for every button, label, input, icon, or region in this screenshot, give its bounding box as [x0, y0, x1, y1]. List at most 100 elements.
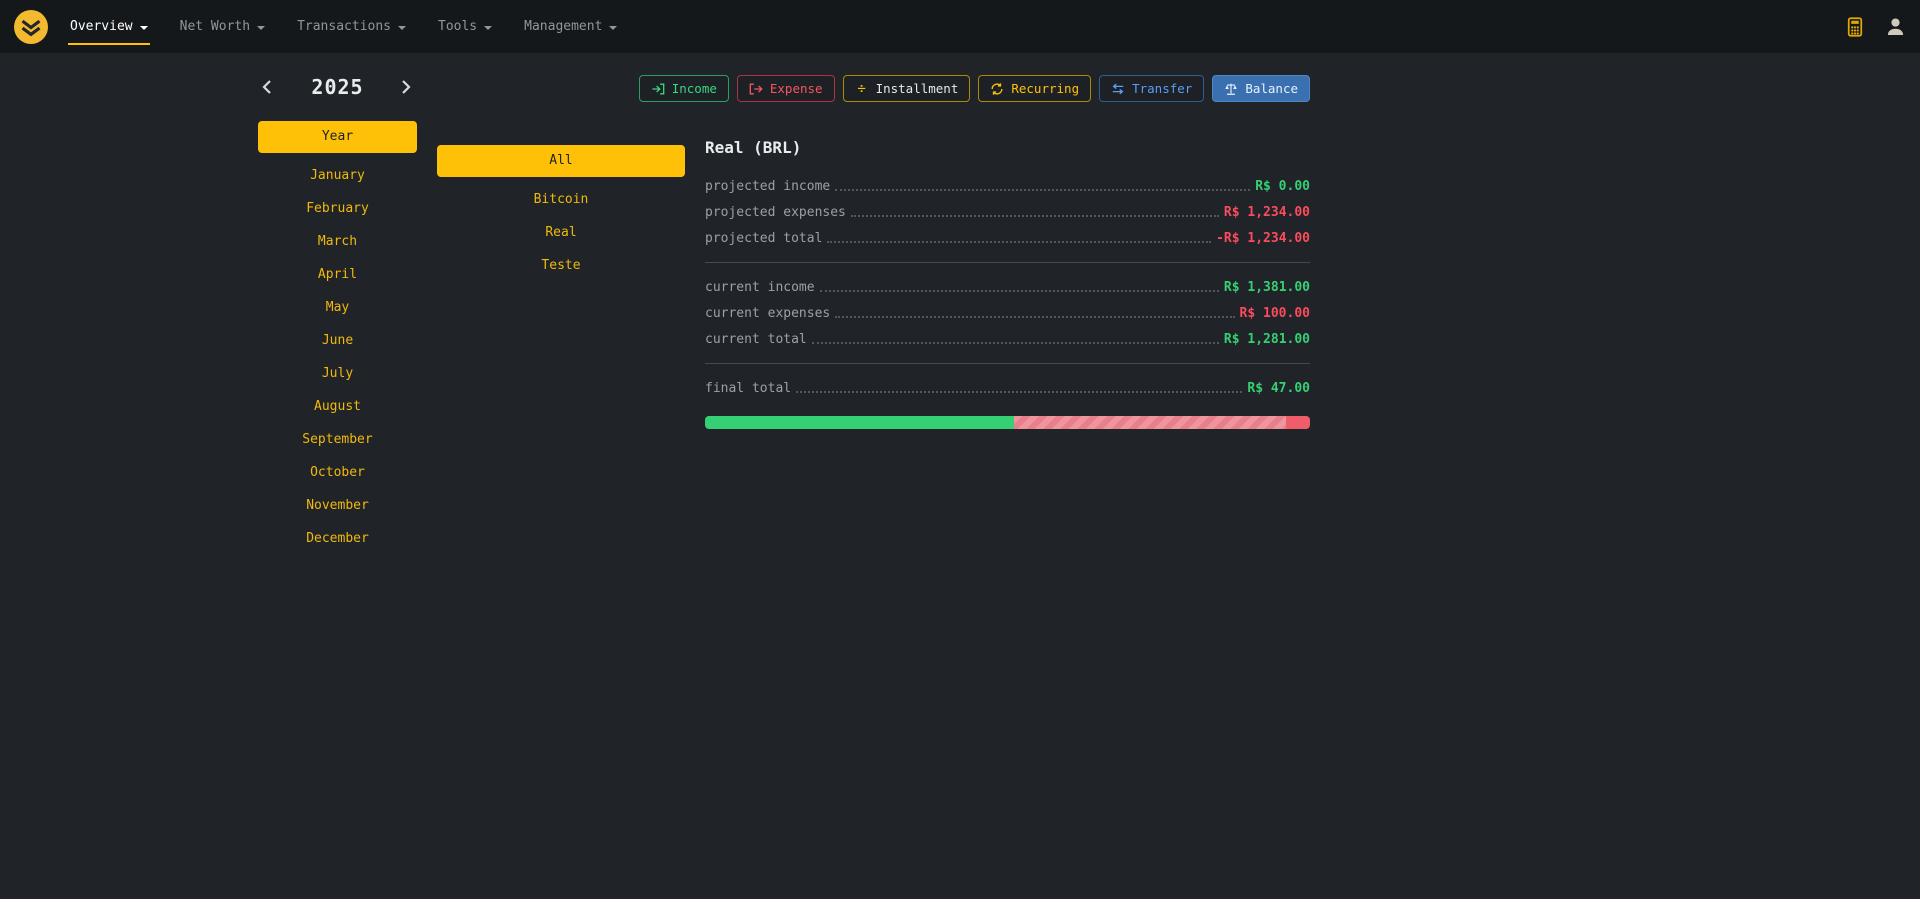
month-item-november[interactable]: November: [258, 489, 417, 522]
month-item-march[interactable]: March: [258, 225, 417, 258]
all-accounts-button[interactable]: All: [437, 145, 685, 177]
chevron-down-icon: [140, 26, 148, 30]
month-item-october[interactable]: October: [258, 456, 417, 489]
progress-red: [1286, 416, 1310, 429]
dotted-leader: [835, 189, 1250, 191]
summary-row-current-income: current income R$ 1,381.00: [705, 274, 1310, 300]
account-item-bitcoin[interactable]: Bitcoin: [437, 183, 685, 216]
year-label: 2025: [311, 75, 363, 99]
month-item-september[interactable]: September: [258, 423, 417, 456]
account-item-teste[interactable]: Teste: [437, 249, 685, 282]
user-profile-icon[interactable]: [1884, 16, 1906, 38]
expense-button-label: Expense: [770, 81, 823, 96]
chevron-right-icon[interactable]: [397, 78, 415, 96]
main-content: 2025 Year January February March April M…: [0, 53, 1920, 555]
nav-label: Net Worth: [180, 19, 250, 34]
section-divider: [705, 363, 1310, 364]
summary-row-final-total: final total R$ 47.00: [705, 375, 1310, 401]
progress-striped: [1014, 416, 1286, 429]
balance-button[interactable]: Balance: [1212, 75, 1310, 102]
recurring-button[interactable]: Recurring: [978, 75, 1091, 102]
navbar: Overview Net Worth Transactions Tools Ma…: [0, 0, 1920, 53]
chevron-left-icon[interactable]: [260, 78, 278, 96]
dotted-leader: [812, 342, 1219, 344]
row-value: R$ 1,234.00: [1224, 205, 1310, 220]
transfer-arrows-icon: [1111, 82, 1125, 96]
expense-button[interactable]: Expense: [737, 75, 835, 102]
action-buttons: Income Expense ÷ Installment Recurring: [705, 75, 1310, 102]
app-logo-icon[interactable]: [14, 10, 48, 44]
year-navigator: 2025: [258, 75, 417, 99]
income-button[interactable]: Income: [639, 75, 729, 102]
row-value: R$ 1,281.00: [1224, 332, 1310, 347]
selector-area: 2025 Year January February March April M…: [258, 75, 685, 555]
row-value: R$ 47.00: [1247, 381, 1310, 396]
chevron-down-icon: [484, 26, 492, 30]
month-item-june[interactable]: June: [258, 324, 417, 357]
recurring-button-label: Recurring: [1011, 81, 1079, 96]
nav-item-tools[interactable]: Tools: [436, 0, 494, 53]
row-value: R$ 0.00: [1255, 179, 1310, 194]
row-label: projected income: [705, 179, 830, 194]
month-item-december[interactable]: December: [258, 522, 417, 555]
divide-icon: ÷: [855, 82, 869, 96]
nav-label: Management: [524, 19, 602, 34]
chevron-down-icon: [257, 26, 265, 30]
row-label: current expenses: [705, 306, 830, 321]
summary-row-current-total: current total R$ 1,281.00: [705, 326, 1310, 352]
section-divider: [705, 262, 1310, 263]
nav-label: Transactions: [297, 19, 391, 34]
nav-item-management[interactable]: Management: [522, 0, 619, 53]
accounts-column: All Bitcoin Real Teste: [437, 75, 685, 555]
expense-arrow-icon: [749, 82, 763, 96]
summary-panel: Income Expense ÷ Installment Recurring: [705, 75, 1310, 555]
summary-row-projected-expenses: projected expenses R$ 1,234.00: [705, 199, 1310, 225]
nav-item-overview[interactable]: Overview: [68, 0, 150, 53]
chevron-down-icon: [398, 26, 406, 30]
row-label: final total: [705, 381, 791, 396]
row-value: R$ 100.00: [1240, 306, 1310, 321]
nav-menu: Overview Net Worth Transactions Tools Ma…: [68, 0, 619, 53]
period-column: 2025 Year January February March April M…: [258, 75, 417, 555]
month-item-january[interactable]: January: [258, 159, 417, 192]
month-item-may[interactable]: May: [258, 291, 417, 324]
nav-item-transactions[interactable]: Transactions: [295, 0, 408, 53]
scales-icon: [1224, 82, 1238, 96]
dotted-leader: [796, 391, 1242, 393]
income-arrow-icon: [651, 82, 665, 96]
account-item-real[interactable]: Real: [437, 216, 685, 249]
row-label: projected expenses: [705, 205, 846, 220]
dotted-leader: [820, 290, 1219, 292]
account-summary-title: Real (BRL): [705, 138, 1310, 157]
row-value: -R$ 1,234.00: [1216, 231, 1310, 246]
month-item-august[interactable]: August: [258, 390, 417, 423]
budget-progress-bar: [705, 416, 1310, 429]
dotted-leader: [835, 316, 1234, 318]
transfer-button[interactable]: Transfer: [1099, 75, 1204, 102]
chevron-down-icon: [609, 26, 617, 30]
month-item-july[interactable]: July: [258, 357, 417, 390]
dotted-leader: [827, 241, 1211, 243]
installment-button-label: Installment: [876, 81, 959, 96]
repeat-icon: [990, 82, 1004, 96]
summary-row-current-expenses: current expenses R$ 100.00: [705, 300, 1310, 326]
month-item-april[interactable]: April: [258, 258, 417, 291]
progress-green: [705, 416, 1014, 429]
navbar-right: [1844, 16, 1906, 38]
dotted-leader: [851, 215, 1219, 217]
row-label: current total: [705, 332, 807, 347]
transfer-button-label: Transfer: [1132, 81, 1192, 96]
nav-label: Tools: [438, 19, 477, 34]
year-button[interactable]: Year: [258, 121, 417, 153]
month-item-february[interactable]: February: [258, 192, 417, 225]
calculator-icon[interactable]: [1844, 16, 1866, 38]
nav-label: Overview: [70, 19, 133, 34]
nav-item-net-worth[interactable]: Net Worth: [178, 0, 267, 53]
row-label: current income: [705, 280, 815, 295]
balance-button-label: Balance: [1245, 81, 1298, 96]
summary-row-projected-income: projected income R$ 0.00: [705, 173, 1310, 199]
summary-row-projected-total: projected total -R$ 1,234.00: [705, 225, 1310, 251]
installment-button[interactable]: ÷ Installment: [843, 75, 971, 102]
row-label: projected total: [705, 231, 822, 246]
row-value: R$ 1,381.00: [1224, 280, 1310, 295]
